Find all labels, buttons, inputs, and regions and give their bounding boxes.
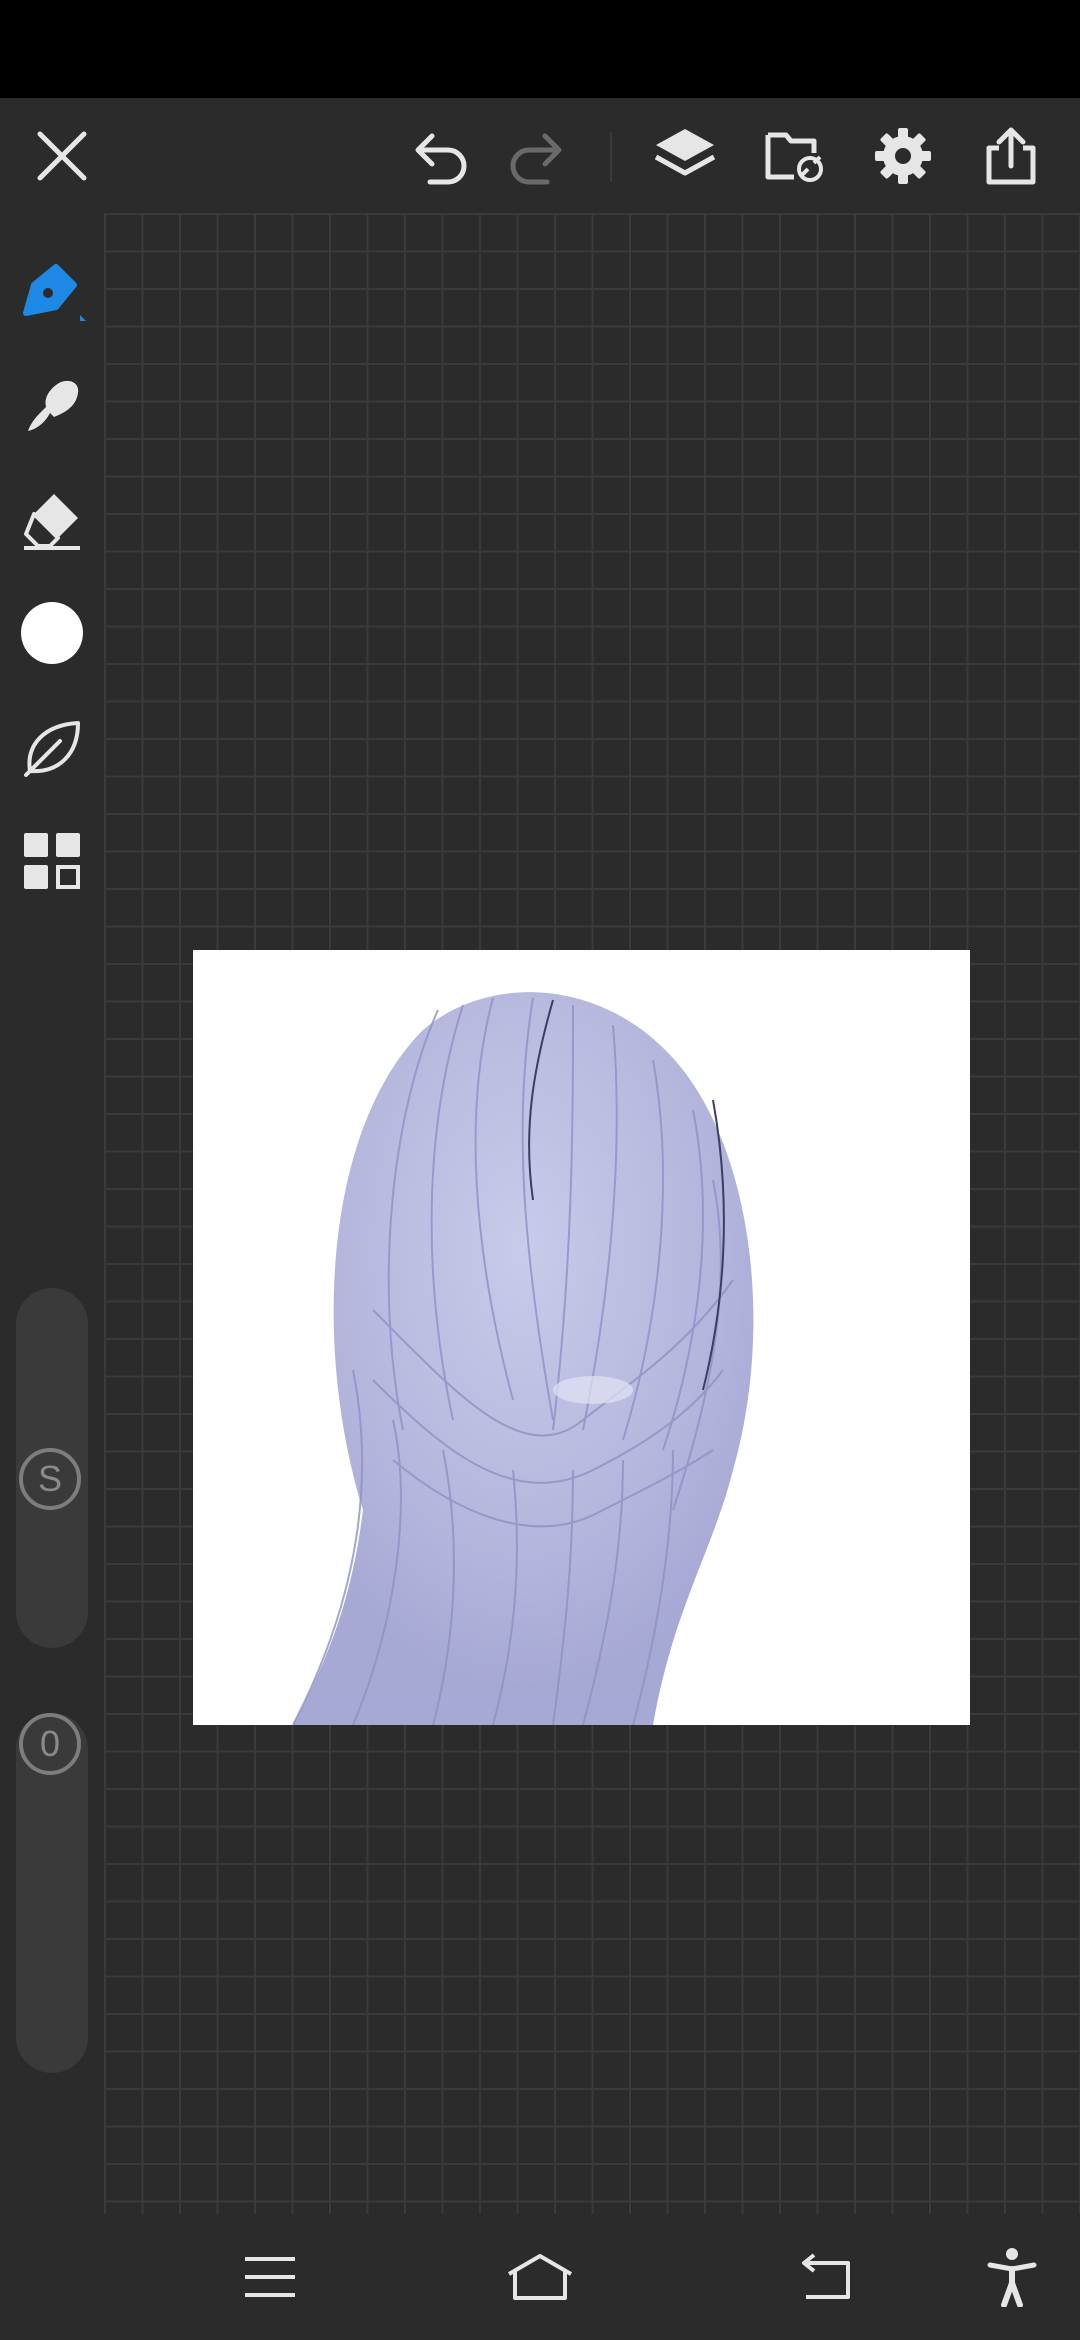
layers-button[interactable] — [640, 98, 730, 213]
toolbar-divider — [610, 132, 612, 182]
close-icon — [37, 131, 87, 180]
undo-icon — [415, 133, 467, 184]
color-swatch — [21, 602, 83, 664]
redo-button[interactable] — [492, 98, 582, 213]
artboard[interactable] — [193, 950, 970, 1725]
system-navigation-bar — [0, 2214, 1080, 2340]
gear-icon — [875, 127, 931, 184]
redo-icon — [510, 133, 562, 184]
pen-tool[interactable] — [0, 241, 104, 341]
accessibility-button[interactable] — [942, 2214, 1080, 2340]
home-button[interactable] — [470, 2214, 610, 2340]
gallery-button[interactable] — [750, 98, 840, 213]
size-slider-handle[interactable]: S — [19, 1448, 81, 1510]
size-slider-label: S — [37, 1458, 62, 1499]
hair-drawing — [292, 992, 754, 1725]
back-icon — [802, 2253, 850, 2299]
accessibility-icon — [987, 2248, 1037, 2307]
eraser-icon — [24, 494, 80, 550]
home-icon — [507, 2254, 573, 2300]
left-tool-sidebar: S 0 — [0, 213, 104, 2214]
close-button[interactable] — [17, 98, 107, 213]
color-picker[interactable] — [0, 583, 104, 683]
settings-button[interactable] — [858, 98, 948, 213]
leaf-icon — [24, 721, 80, 777]
opacity-slider-label: 0 — [39, 1723, 61, 1764]
smudge-icon — [28, 380, 79, 431]
back-button[interactable] — [755, 2214, 895, 2340]
eraser-tool[interactable] — [0, 470, 104, 570]
undo-button[interactable] — [395, 98, 485, 213]
pen-icon — [23, 264, 86, 321]
share-icon — [986, 127, 1036, 184]
more-tools[interactable] — [0, 811, 104, 911]
menu-icon — [245, 2257, 295, 2297]
brush-library[interactable] — [0, 697, 104, 797]
top-toolbar — [0, 98, 1080, 213]
gallery-icon — [765, 132, 823, 182]
status-bar — [0, 0, 1080, 98]
opacity-slider-handle[interactable]: 0 — [19, 1713, 81, 1775]
layers-icon — [654, 128, 716, 175]
smudge-tool[interactable] — [0, 355, 104, 455]
menu-button[interactable] — [200, 2214, 340, 2340]
grid-icon — [24, 833, 80, 889]
export-button[interactable] — [966, 98, 1056, 213]
